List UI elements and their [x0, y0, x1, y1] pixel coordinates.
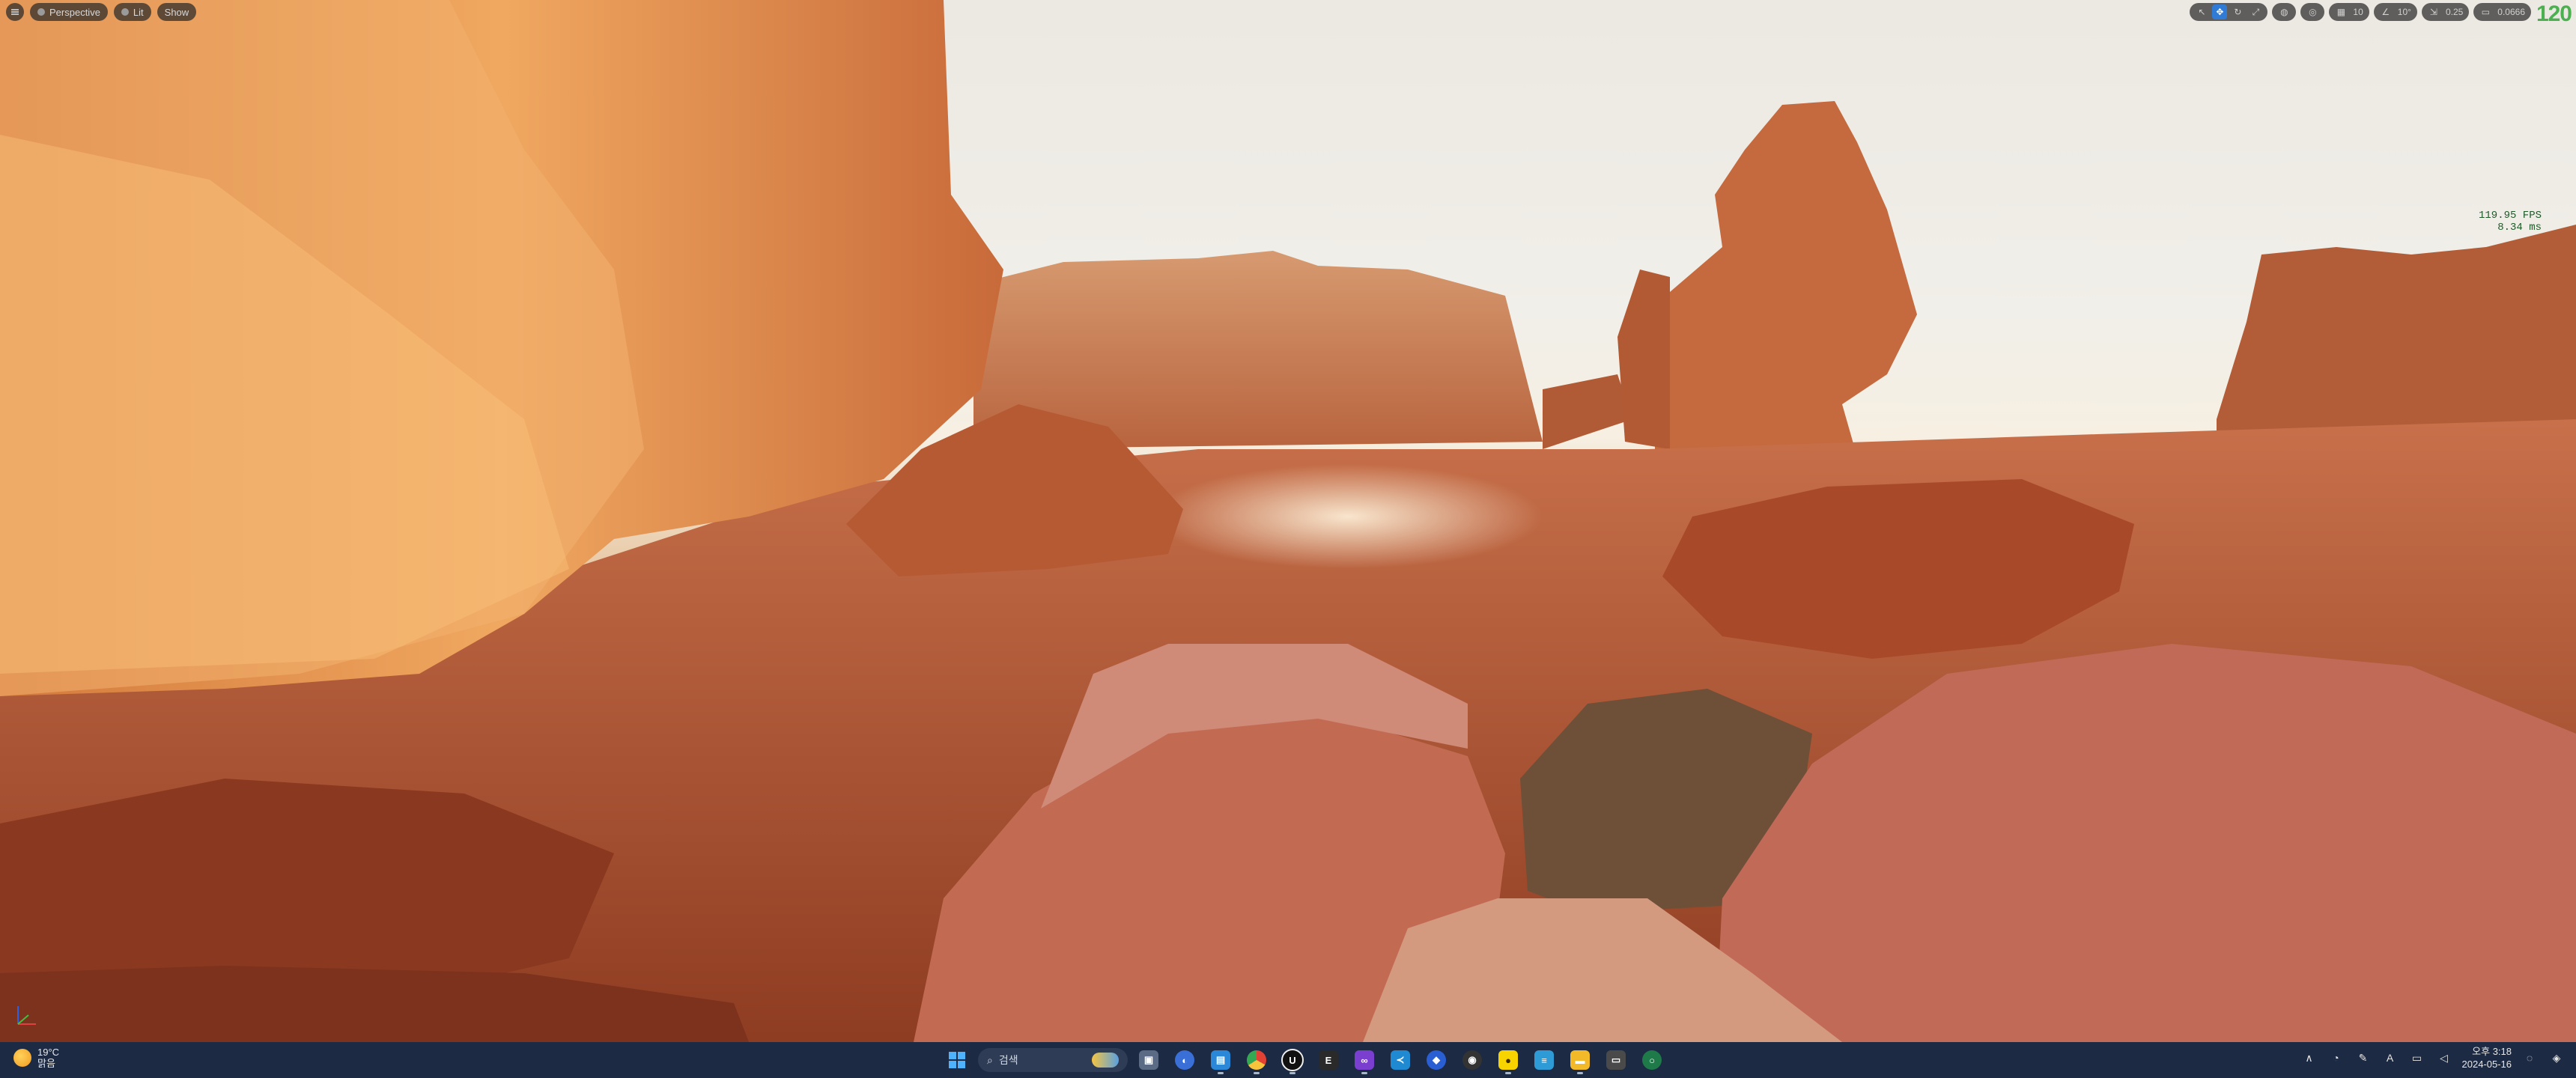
- rotation-snap-value: 10°: [2397, 7, 2411, 17]
- lit-mode-icon: [121, 8, 129, 16]
- surface-snap-icon: ◎: [2309, 7, 2317, 17]
- viewport-left-toolbar: Perspective Lit Show: [6, 3, 197, 21]
- desert-canyon-scene: [0, 0, 2576, 1042]
- app-notes[interactable]: ≡: [1529, 1045, 1559, 1075]
- weather-widget[interactable]: 19°C 맑음: [13, 1047, 59, 1069]
- github-icon: ◉: [1462, 1050, 1482, 1070]
- viewport-menu-button[interactable]: [6, 3, 24, 21]
- app-vscode[interactable]: ≺: [1385, 1045, 1415, 1075]
- app-terminal[interactable]: ▭: [1601, 1045, 1631, 1075]
- network-icon[interactable]: ▭: [2408, 1049, 2426, 1067]
- task-view-icon: ▣: [1139, 1050, 1158, 1070]
- epic-games-icon: E: [1319, 1050, 1338, 1070]
- ime-indicator[interactable]: A: [2381, 1049, 2399, 1067]
- start-button[interactable]: [942, 1045, 972, 1075]
- notification-bell-icon[interactable]: ◌: [2521, 1049, 2539, 1067]
- grid-snap-group[interactable]: ▦ 10: [2329, 3, 2369, 21]
- chevron-up-icon[interactable]: ∧: [2300, 1049, 2318, 1067]
- chrome-icon: [1247, 1050, 1266, 1070]
- fps-value: 119.95 FPS: [2478, 210, 2542, 222]
- pen-icon[interactable]: ✎: [2354, 1049, 2372, 1067]
- app-store[interactable]: ▤: [1206, 1045, 1236, 1075]
- camera-speed-value: 0.0666: [2497, 7, 2525, 17]
- maps-icon: ◆: [1427, 1050, 1446, 1070]
- folder-icon: ▬: [1570, 1050, 1590, 1070]
- app-file-explorer[interactable]: ▬: [1565, 1045, 1595, 1075]
- globe-icon: ◍: [2280, 7, 2288, 17]
- visual-studio-icon: ∞: [1355, 1050, 1374, 1070]
- task-view-button[interactable]: ▣: [1134, 1045, 1164, 1075]
- perspective-button[interactable]: Perspective: [30, 3, 108, 21]
- show-label: Show: [164, 6, 189, 18]
- rotation-snap-group[interactable]: ∠ 10°: [2373, 3, 2417, 21]
- unreal-icon: U: [1281, 1049, 1304, 1071]
- camera-icon: [37, 8, 45, 16]
- copilot-tray-icon[interactable]: ◈: [2548, 1049, 2566, 1067]
- scale-mode-icon[interactable]: ⤢: [2248, 4, 2263, 19]
- clock[interactable]: 오후 3:18 2024-05-16: [2462, 1045, 2512, 1071]
- system-tray: ∧ ◔ ✎ A ▭ ◁ 오후 3:18 2024-05-16 ◌ ◈: [2300, 1045, 2566, 1071]
- store-icon: ▤: [1211, 1050, 1230, 1070]
- rotate-mode-icon[interactable]: ↻: [2230, 4, 2245, 19]
- app-other[interactable]: ○: [1637, 1045, 1667, 1075]
- hamburger-icon: [11, 9, 19, 15]
- windows-taskbar: 19°C 맑음 ⌕ 검색 ▣ ◐ ▤ U E ∞ ≺ ◆ ◉ ● ≡ ▬ ▭ ○…: [0, 1042, 2576, 1078]
- chat-icon: ●: [1498, 1050, 1518, 1070]
- windows-logo-icon: [949, 1052, 965, 1068]
- editor-viewport[interactable]: Perspective Lit Show ↖ ✥ ↻ ⤢ ◍ ◎ ▦ 10 ∠ …: [0, 0, 2576, 1042]
- taskbar-search[interactable]: ⌕ 검색: [978, 1048, 1128, 1072]
- vscode-icon: ≺: [1391, 1050, 1410, 1070]
- weather-desc: 맑음: [37, 1058, 55, 1069]
- lit-label: Lit: [133, 6, 144, 18]
- clock-time: 오후 3:18: [2472, 1046, 2512, 1057]
- terminal-icon: ▭: [1606, 1050, 1626, 1070]
- app-maps[interactable]: ◆: [1421, 1045, 1451, 1075]
- transform-tools: ↖ ✥ ↻ ⤢: [2190, 3, 2268, 21]
- app-chrome[interactable]: [1242, 1045, 1272, 1075]
- weather-temp: 19°C: [37, 1047, 60, 1058]
- fps-stats: 119.95 FPS 8.34 ms: [2479, 210, 2542, 234]
- camera-speed-group[interactable]: ▭ 0.0666: [2473, 3, 2531, 21]
- volume-icon[interactable]: ◁: [2435, 1049, 2453, 1067]
- clock-date: 2024-05-16: [2461, 1059, 2512, 1070]
- scale-snap-icon: ⇲: [2429, 7, 2437, 17]
- lit-button[interactable]: Lit: [113, 3, 151, 21]
- frame-time-value: 8.34 ms: [2497, 222, 2542, 234]
- app-epic[interactable]: E: [1313, 1045, 1343, 1075]
- video-camera-icon: ▭: [2481, 7, 2490, 17]
- scale-snap-group[interactable]: ⇲ 0.25: [2421, 3, 2470, 21]
- translate-mode-icon[interactable]: ✥: [2212, 4, 2228, 19]
- scale-snap-value: 0.25: [2445, 7, 2464, 17]
- app-kakaotalk[interactable]: ●: [1493, 1045, 1523, 1075]
- perf-counter: 120: [2536, 1, 2572, 26]
- search-highlight-icon: [1092, 1053, 1119, 1068]
- show-button[interactable]: Show: [157, 3, 197, 21]
- coord-system-button[interactable]: ◍: [2272, 3, 2297, 21]
- grid-snap-icon: ▦: [2336, 7, 2346, 17]
- app-circle-icon: ○: [1642, 1050, 1662, 1070]
- notes-icon: ≡: [1534, 1050, 1554, 1070]
- app-github[interactable]: ◉: [1457, 1045, 1487, 1075]
- surface-snap-button[interactable]: ◎: [2300, 3, 2325, 21]
- grid-snap-value: 10: [2353, 7, 2363, 17]
- app-unreal[interactable]: U: [1278, 1045, 1307, 1075]
- search-placeholder: 검색: [998, 1054, 1018, 1066]
- viewport-right-toolbar: ↖ ✥ ↻ ⤢ ◍ ◎ ▦ 10 ∠ 10° ⇲ 0.25 ▭ 0.0666: [2190, 3, 2531, 21]
- select-mode-icon[interactable]: ↖: [2194, 4, 2209, 19]
- perspective-label: Perspective: [49, 6, 100, 18]
- taskbar-apps: ⌕ 검색 ▣ ◐ ▤ U E ∞ ≺ ◆ ◉ ● ≡ ▬ ▭ ○: [942, 1045, 1667, 1075]
- axis-gizmo-icon: [17, 1006, 36, 1025]
- app-visual-studio[interactable]: ∞: [1349, 1045, 1379, 1075]
- search-icon: ⌕: [987, 1053, 993, 1066]
- angle-snap-icon: ∠: [2381, 7, 2390, 17]
- app-copilot[interactable]: ◐: [1170, 1045, 1200, 1075]
- tray-app-icon[interactable]: ◔: [2327, 1049, 2345, 1067]
- copilot-icon: ◐: [1175, 1050, 1194, 1070]
- sun-icon: [13, 1049, 31, 1067]
